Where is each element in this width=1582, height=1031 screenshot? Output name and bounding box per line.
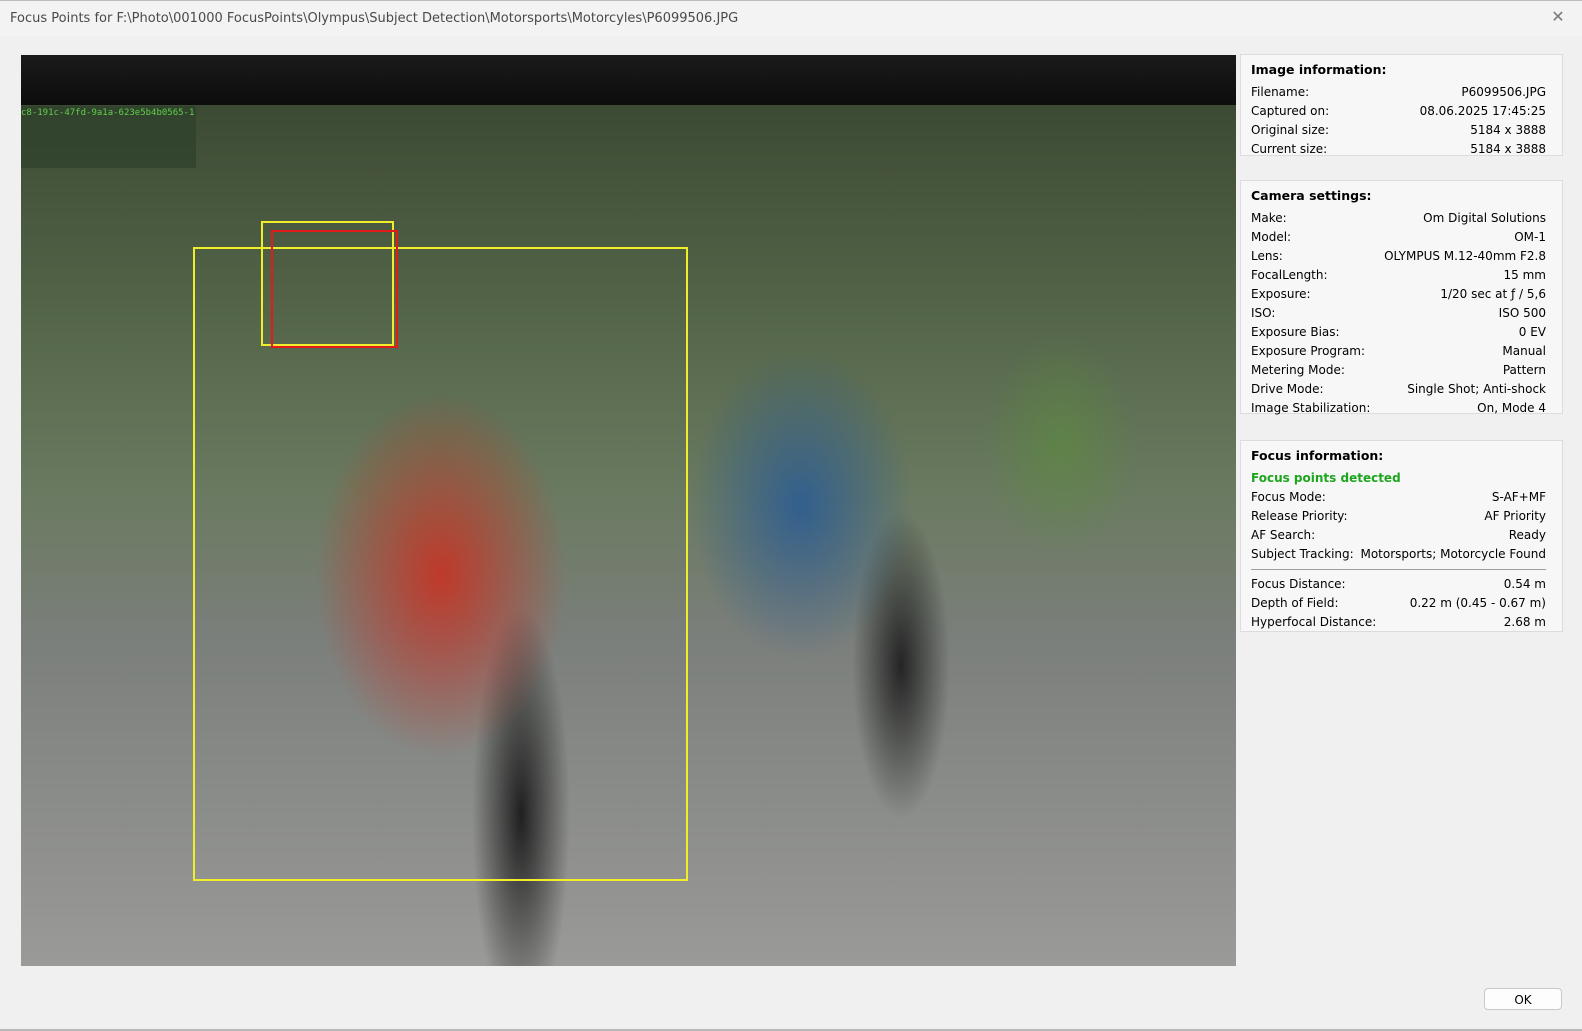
- info-value: Single Shot; Anti-shock: [1407, 382, 1546, 396]
- info-row: Original size: 5184 x 3888: [1251, 121, 1546, 140]
- info-row: Current size: 5184 x 3888: [1251, 140, 1546, 159]
- info-row: Focus Mode: S-AF+MF: [1251, 488, 1546, 507]
- info-label: Filename:: [1251, 85, 1310, 99]
- info-value: OM-1: [1514, 230, 1546, 244]
- info-value: 0.54 m: [1503, 577, 1546, 591]
- info-value: 08.06.2025 17:45:25: [1419, 104, 1546, 118]
- info-row: Exposure: 1/20 sec at ƒ / 5,6: [1251, 285, 1546, 304]
- info-value: P6099506.JPG: [1461, 85, 1546, 99]
- window-title: Focus Points for F:\Photo\001000 FocusPo…: [10, 11, 739, 26]
- camera-settings-panel: Camera settings: Make: Om Digital Solutio…: [1240, 180, 1563, 415]
- info-label: Make:: [1251, 211, 1287, 225]
- image-information-heading: Image information:: [1251, 62, 1387, 77]
- info-row: Drive Mode: Single Shot; Anti-shock: [1251, 380, 1546, 399]
- info-label: Focus Mode:: [1251, 490, 1326, 504]
- info-label: Model:: [1251, 230, 1292, 244]
- photo-preview: c8-191c-47fd-9a1a-623e5b4b0565-1-.jpg: [21, 55, 1236, 966]
- info-label: Captured on:: [1251, 104, 1330, 118]
- ok-button[interactable]: OK: [1484, 988, 1562, 1010]
- info-label: Depth of Field:: [1251, 596, 1339, 610]
- info-value: Pattern: [1502, 363, 1546, 377]
- focus-information-panel: Focus information: Focus points detected…: [1240, 440, 1563, 632]
- info-value: 5184 x 3888: [1470, 123, 1546, 137]
- info-row: Focus Distance: 0.54 m: [1251, 575, 1546, 594]
- info-row: Hyperfocal Distance: 2.68 m: [1251, 613, 1546, 632]
- info-row: ISO: ISO 500: [1251, 304, 1546, 323]
- info-value: 1/20 sec at ƒ / 5,6: [1440, 287, 1546, 301]
- focus-status: Focus points detected: [1251, 471, 1401, 485]
- title-bar: Focus Points for F:\Photo\001000 FocusPo…: [0, 0, 1582, 36]
- info-label: Image Stabilization:: [1251, 401, 1371, 415]
- info-row: Release Priority: AF Priority: [1251, 507, 1546, 526]
- info-label: Exposure:: [1251, 287, 1311, 301]
- photo-filename-overlay: c8-191c-47fd-9a1a-623e5b4b0565-1-.jpg: [21, 106, 196, 168]
- info-row: Metering Mode: Pattern: [1251, 361, 1546, 380]
- focus-information-heading: Focus information:: [1251, 448, 1384, 463]
- info-label: Exposure Program:: [1251, 344, 1366, 358]
- info-row: Model: OM-1: [1251, 228, 1546, 247]
- info-label: Release Priority:: [1251, 509, 1348, 523]
- info-value: AF Priority: [1484, 509, 1546, 523]
- info-value: Ready: [1508, 528, 1546, 542]
- info-row: Depth of Field: 0.22 m (0.45 - 0.67 m): [1251, 594, 1546, 613]
- info-value: Om Digital Solutions: [1423, 211, 1546, 225]
- info-label: Original size:: [1251, 123, 1330, 137]
- photo-top-band: [21, 55, 1236, 105]
- info-row: Captured on: 08.06.2025 17:45:25: [1251, 102, 1546, 121]
- info-value: Manual: [1502, 344, 1546, 358]
- info-row: Exposure Bias: 0 EV: [1251, 323, 1546, 342]
- info-label: Exposure Bias:: [1251, 325, 1340, 339]
- info-value: 0 EV: [1518, 325, 1546, 339]
- info-value: ISO 500: [1498, 306, 1546, 320]
- camera-settings-heading: Camera settings:: [1251, 188, 1372, 203]
- info-label: Focus Distance:: [1251, 577, 1346, 591]
- image-information-panel: Image information: Filename: P6099506.JPG…: [1240, 54, 1563, 156]
- info-row: AF Search: Ready: [1251, 526, 1546, 545]
- info-label: Hyperfocal Distance:: [1251, 615, 1377, 629]
- info-value: 2.68 m: [1503, 615, 1546, 629]
- info-label: Lens:: [1251, 249, 1283, 263]
- info-row: FocalLength: 15 mm: [1251, 266, 1546, 285]
- info-value: 5184 x 3888: [1470, 142, 1546, 156]
- info-value: OLYMPUS M.12-40mm F2.8: [1384, 249, 1546, 263]
- info-label: Metering Mode:: [1251, 363, 1345, 377]
- close-icon[interactable]: ✕: [1548, 7, 1568, 27]
- focus-point-box: [271, 230, 398, 348]
- info-label: Current size:: [1251, 142, 1328, 156]
- info-value: S-AF+MF: [1491, 490, 1546, 504]
- info-label: AF Search:: [1251, 528, 1316, 542]
- info-label: ISO:: [1251, 306, 1276, 320]
- info-row: Exposure Program: Manual: [1251, 342, 1546, 361]
- info-label: Drive Mode:: [1251, 382, 1324, 396]
- info-value: 15 mm: [1503, 268, 1546, 282]
- info-label: Subject Tracking:: [1251, 547, 1354, 561]
- info-row: Subject Tracking: Motorsports; Motorcycle…: [1251, 545, 1546, 564]
- info-label: FocalLength:: [1251, 268, 1328, 282]
- info-value: 0.22 m (0.45 - 0.67 m): [1409, 596, 1546, 610]
- info-row: Lens: OLYMPUS M.12-40mm F2.8: [1251, 247, 1546, 266]
- info-row: Image Stabilization: On, Mode 4: [1251, 399, 1546, 418]
- info-row: Make: Om Digital Solutions: [1251, 209, 1546, 228]
- info-value: On, Mode 4: [1477, 401, 1546, 415]
- info-value: Motorsports; Motorcycle Found: [1360, 547, 1546, 561]
- info-row: Filename: P6099506.JPG: [1251, 83, 1546, 102]
- divider: [1251, 569, 1546, 570]
